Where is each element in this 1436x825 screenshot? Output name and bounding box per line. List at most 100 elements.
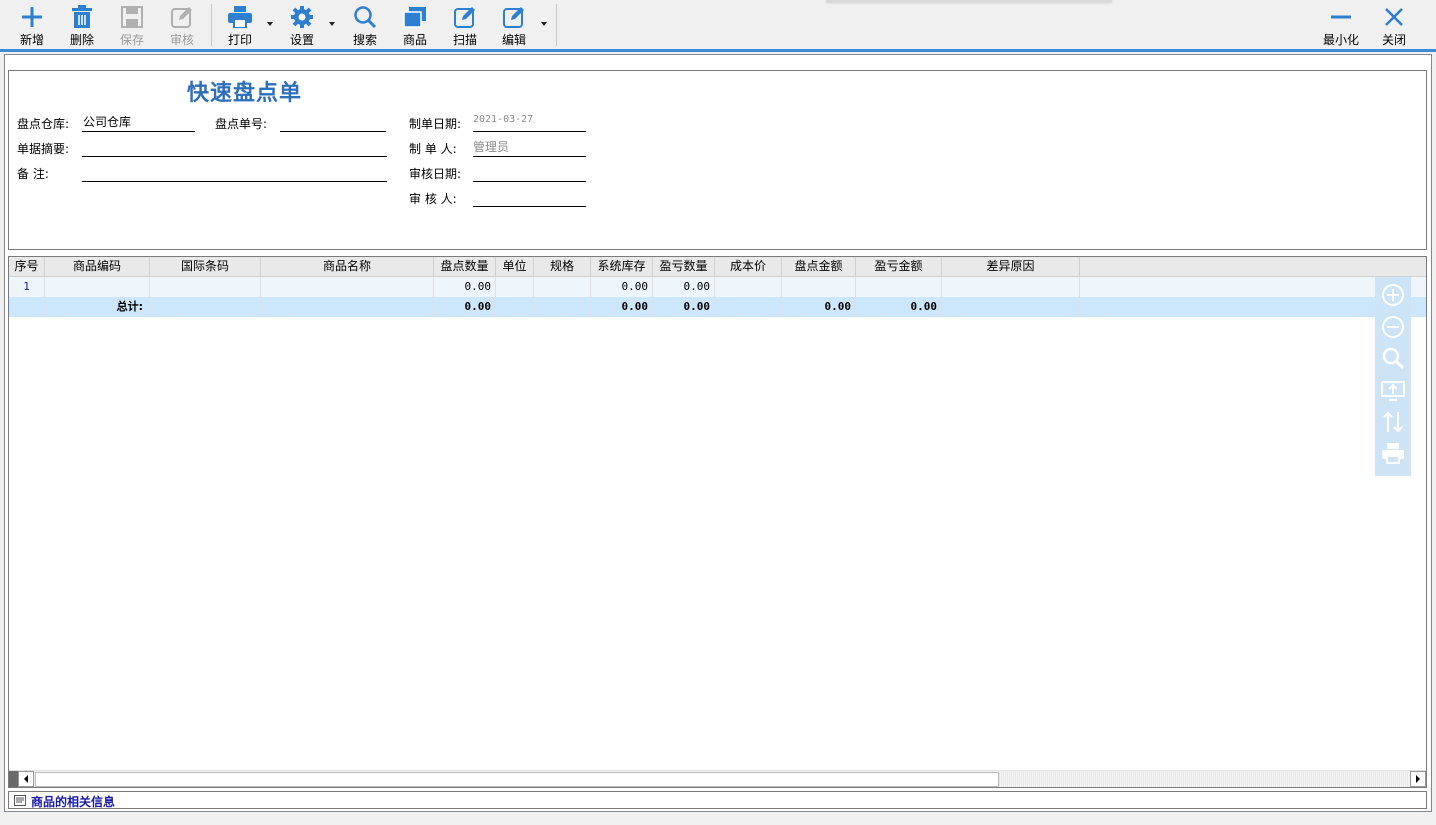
cards-icon bbox=[402, 4, 428, 30]
column-header[interactable]: 商品编码 bbox=[45, 257, 150, 277]
column-header[interactable]: 成本价 bbox=[715, 257, 782, 277]
printer-icon bbox=[227, 4, 253, 30]
edit-dropdown-caret[interactable] bbox=[541, 22, 547, 26]
date-label: 制单日期: bbox=[409, 117, 462, 131]
popup-edge bbox=[826, 0, 1112, 2]
cell-cost[interactable] bbox=[715, 277, 782, 297]
column-header[interactable]: 盘点金额 bbox=[782, 257, 856, 277]
search-icon[interactable] bbox=[1381, 346, 1405, 370]
main-panel: 快速盘点单 盘点仓库: 公司仓库 盘点单号: 单据摘要: 备 注: 制单日期: … bbox=[4, 54, 1432, 812]
scroll-track[interactable] bbox=[999, 772, 1409, 787]
export-icon[interactable] bbox=[1381, 378, 1405, 402]
column-header[interactable]: 差异原因 bbox=[942, 257, 1080, 277]
cell-spec[interactable] bbox=[534, 277, 591, 297]
total-cell bbox=[150, 297, 261, 317]
cell-unit[interactable] bbox=[496, 277, 534, 297]
number-underline bbox=[280, 131, 386, 132]
summary-underline bbox=[82, 156, 387, 157]
total-seq bbox=[9, 297, 45, 317]
save-button[interactable]: 保存 bbox=[109, 2, 155, 48]
edit-label: 编辑 bbox=[501, 33, 526, 47]
warehouse-field[interactable]: 公司仓库 bbox=[83, 113, 131, 130]
gear-icon bbox=[289, 4, 315, 30]
total-count-qty: 0.00 bbox=[434, 297, 496, 317]
total-cell bbox=[261, 297, 434, 317]
horizontal-scrollbar[interactable] bbox=[9, 770, 1426, 787]
cell-diff-qty[interactable]: 0.00 bbox=[653, 277, 715, 297]
scan-button[interactable]: 扫描 bbox=[442, 2, 488, 48]
scroll-left-button[interactable] bbox=[18, 771, 34, 787]
edit-icon bbox=[452, 4, 478, 30]
cell-diff-reason[interactable] bbox=[942, 277, 1080, 297]
review-date-underline bbox=[473, 181, 586, 182]
print-label: 打印 bbox=[227, 33, 252, 47]
zoom-in-icon[interactable] bbox=[1381, 283, 1405, 307]
settings-label: 设置 bbox=[289, 33, 314, 47]
cell-count-qty[interactable]: 0.00 bbox=[434, 277, 496, 297]
review-date-label: 审核日期: bbox=[409, 167, 462, 181]
reviewer-label: 审 核 人: bbox=[409, 192, 457, 206]
total-row: 总计: 0.00 0.00 0.00 0.00 0.00 bbox=[9, 297, 1426, 317]
delete-label: 删除 bbox=[69, 33, 94, 47]
cell-barcode[interactable] bbox=[150, 277, 261, 297]
column-header-filler bbox=[1080, 257, 1426, 277]
page-title: 快速盘点单 bbox=[187, 80, 303, 106]
delete-button[interactable]: 删除 bbox=[59, 2, 105, 48]
zoom-out-icon[interactable] bbox=[1381, 315, 1405, 339]
new-button[interactable]: 新增 bbox=[9, 2, 55, 48]
column-header[interactable]: 序号 bbox=[9, 257, 45, 277]
minimize-label: 最小化 bbox=[1322, 33, 1359, 47]
print-icon[interactable] bbox=[1381, 441, 1405, 465]
total-diff-amount: 0.00 bbox=[856, 297, 942, 317]
column-header[interactable]: 单位 bbox=[496, 257, 534, 277]
total-label: 总计: bbox=[45, 297, 150, 317]
total-sys-stock: 0.00 bbox=[591, 297, 653, 317]
column-header[interactable]: 商品名称 bbox=[261, 257, 434, 277]
toolbar: 新增 删除 保存 审核 打印 设置 搜索 商品 扫描 编辑 最小化 关闭 bbox=[0, 0, 1436, 50]
document-icon bbox=[14, 795, 26, 806]
cell-sys-stock[interactable]: 0.00 bbox=[591, 277, 653, 297]
table-row[interactable]: 1 0.00 0.00 0.00 bbox=[9, 277, 1426, 297]
trash-icon bbox=[69, 4, 95, 30]
floppy-icon bbox=[119, 4, 145, 30]
date-field[interactable]: 2021-03-27 bbox=[473, 114, 533, 125]
warehouse-label: 盘点仓库: bbox=[17, 117, 70, 131]
close-button[interactable]: 关闭 bbox=[1371, 2, 1417, 48]
settings-button[interactable]: 设置 bbox=[279, 2, 325, 48]
print-dropdown-caret[interactable] bbox=[267, 22, 273, 26]
plus-icon bbox=[19, 4, 45, 30]
scroll-right-button[interactable] bbox=[1410, 771, 1426, 787]
total-cell bbox=[496, 297, 534, 317]
total-cell bbox=[715, 297, 782, 317]
new-label: 新增 bbox=[19, 33, 44, 47]
sort-icon[interactable] bbox=[1381, 410, 1405, 434]
column-header[interactable]: 系统库存 bbox=[591, 257, 653, 277]
row-seq: 1 bbox=[9, 277, 45, 297]
scroll-thumb[interactable] bbox=[35, 772, 999, 787]
cell-diff-amount[interactable] bbox=[856, 277, 942, 297]
settings-dropdown-caret[interactable] bbox=[329, 22, 335, 26]
minimize-button[interactable]: 最小化 bbox=[1318, 2, 1364, 48]
toolbar-separator bbox=[556, 4, 557, 46]
date-underline bbox=[473, 131, 586, 132]
cell-product-code[interactable] bbox=[45, 277, 150, 297]
product-info-bar[interactable]: 商品的相关信息 bbox=[8, 791, 1427, 809]
print-button[interactable]: 打印 bbox=[217, 2, 263, 48]
column-header[interactable]: 盘点数量 bbox=[434, 257, 496, 277]
cell-count-amount[interactable] bbox=[782, 277, 856, 297]
search-button[interactable]: 搜索 bbox=[342, 2, 388, 48]
search-icon bbox=[352, 4, 378, 30]
total-cell bbox=[534, 297, 591, 317]
maker-underline bbox=[473, 156, 586, 157]
review-button[interactable]: 审核 bbox=[159, 2, 205, 48]
column-header[interactable]: 盈亏金额 bbox=[856, 257, 942, 277]
cell-product-name[interactable] bbox=[261, 277, 434, 297]
total-count-amount: 0.00 bbox=[782, 297, 856, 317]
edit-button[interactable]: 编辑 bbox=[491, 2, 537, 48]
column-header[interactable]: 规格 bbox=[534, 257, 591, 277]
product-button[interactable]: 商品 bbox=[392, 2, 438, 48]
data-grid: 序号 商品编码 国际条码 商品名称 盘点数量 单位 规格 系统库存 盈亏数量 成… bbox=[8, 256, 1427, 788]
maker-field[interactable]: 管理员 bbox=[473, 138, 509, 155]
column-header[interactable]: 盈亏数量 bbox=[653, 257, 715, 277]
column-header[interactable]: 国际条码 bbox=[150, 257, 261, 277]
